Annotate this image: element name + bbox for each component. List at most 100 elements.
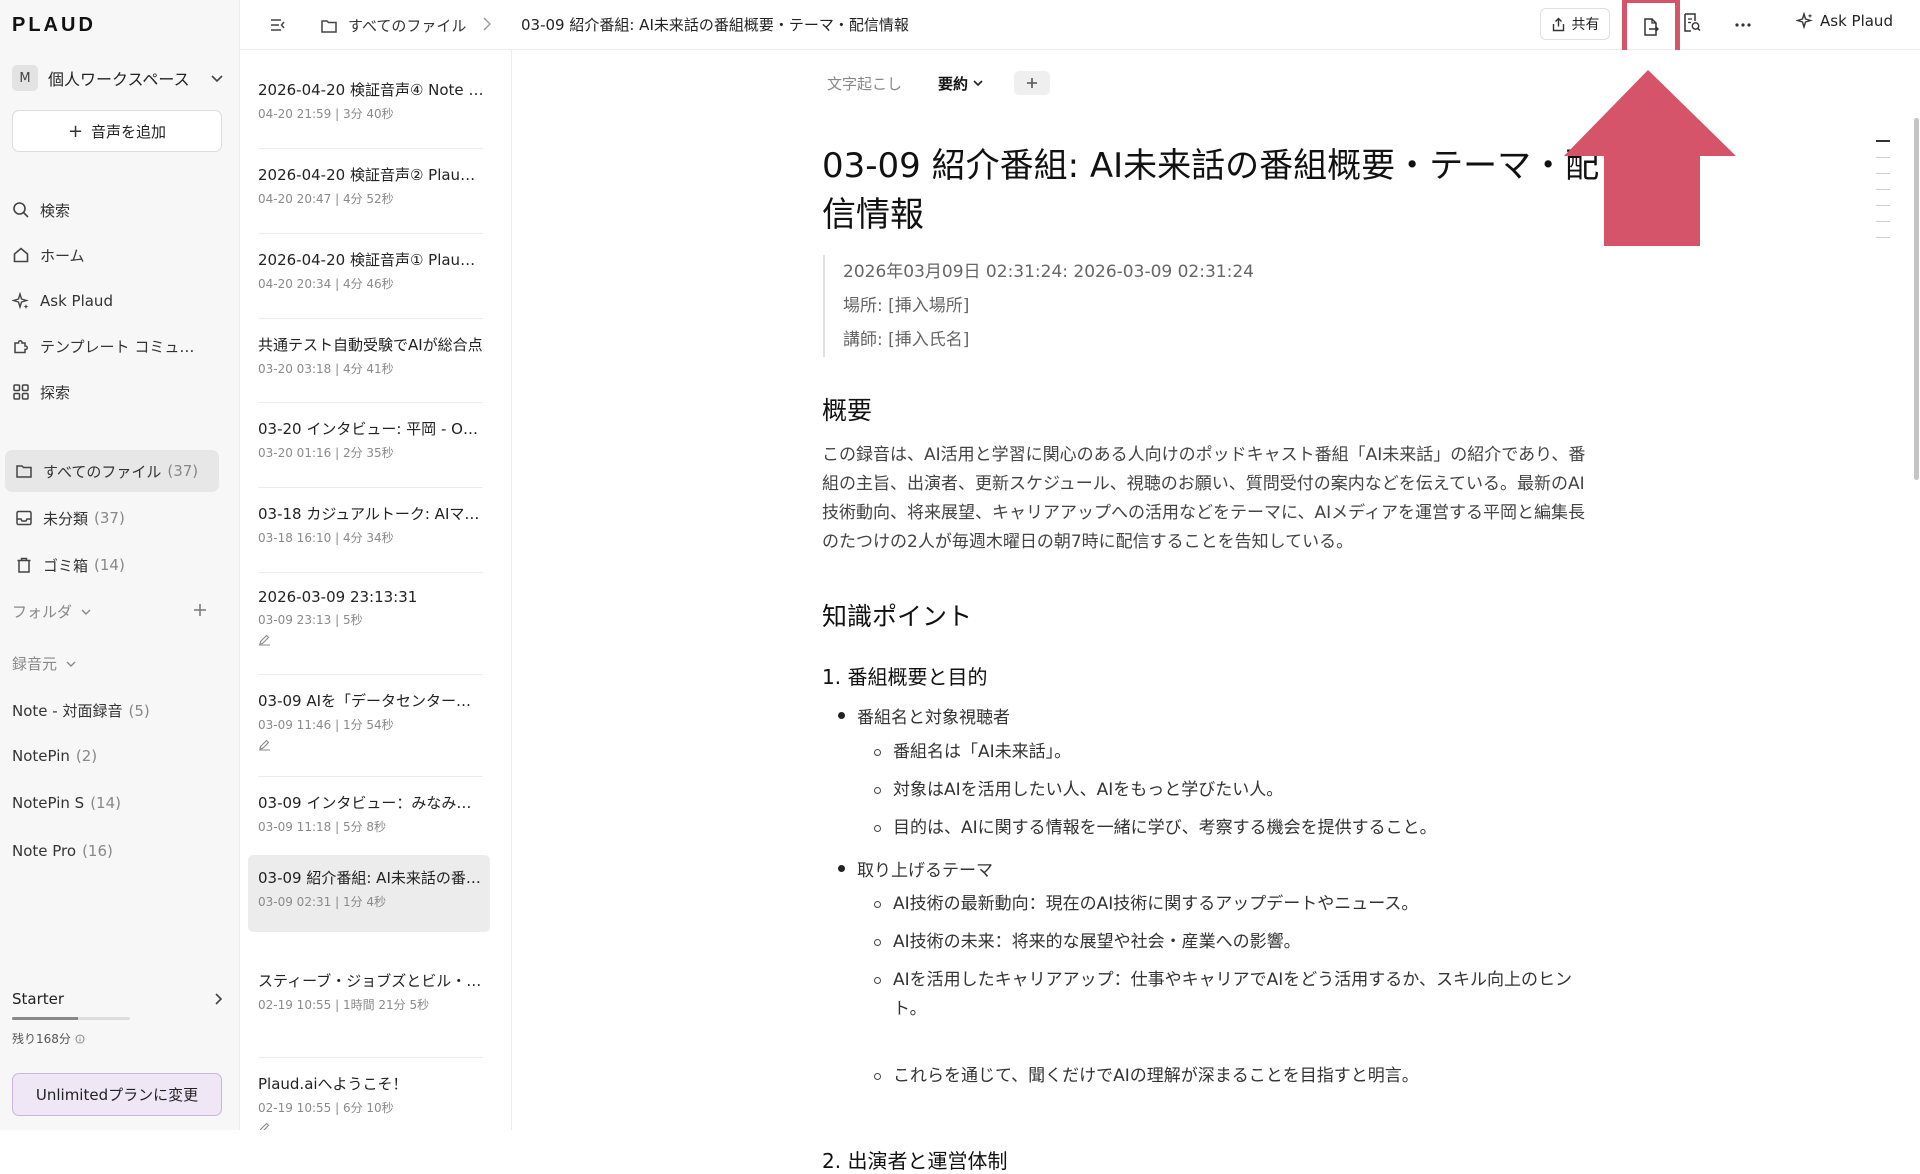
breadcrumb-current: 03-09 紹介番組: AI未来話の番組概要・テーマ・配信情報 [521,16,909,34]
plus-icon: + [67,120,84,142]
sub-bullet-item: 対象はAIを活用したい人、AIをもっと学びたい人。 [874,776,1594,805]
file-list-item[interactable]: 2026-03-09 23:13:31 03-09 23:13 | 5秒 [248,576,490,652]
file-list-divider [258,233,483,234]
nav-ask-plaud[interactable]: Ask Plaud [12,285,222,317]
file-list-item[interactable]: 03-18 カジュアルトーク: AIマネジメント 03-18 16:10 | 4分… [248,491,490,553]
add-tab-button[interactable] [1014,71,1051,95]
plaud-logo: PLAUD [12,14,96,36]
plan-remaining: 残り168分 [12,1030,85,1047]
nav-home-label: ホーム [40,246,85,265]
all-files-label: すべてのファイル [43,462,162,481]
sidebar-toggle-button[interactable] [268,15,288,35]
sidebar-item-uncategorized[interactable]: 未分類 (37) [5,497,219,539]
folders-section-toggle[interactable]: フォルダ [12,601,92,622]
breadcrumb-root[interactable]: すべてのファイル [320,15,466,36]
more-horizontal-icon [1735,23,1751,27]
add-folder-button[interactable] [190,600,210,620]
file-meta: 03-09 11:18 | 5分 8秒 [258,820,387,834]
source-item-notepin[interactable]: NotePin (2) [12,747,97,765]
nav-home[interactable]: ホーム [12,239,222,271]
sub-bullet-circle [874,901,881,908]
bullet-item: 取り上げるテーマ [838,856,993,881]
file-list-divider [258,487,483,488]
ask-plaud-button[interactable]: Ask Plaud [1796,12,1893,30]
edited-pencil-icon [258,1121,490,1130]
file-list-item[interactable]: 03-09 インタビュー：みなみさん 03-09 11:18 | 5分 8秒 [248,780,490,842]
nav-explore-label: 探索 [40,383,71,402]
file-list-item[interactable]: 2026-04-20 検証音声④ Note Pro 04-20 21:59 | 3… [248,67,490,129]
source-label: Note - 対面録音 [12,702,123,720]
file-meta: 02-19 10:55 | 6分 10秒 [258,1101,394,1115]
chevron-down-icon [80,606,92,618]
file-list-item[interactable]: 2026-04-20 検証音声① Plaud Note 04-20 20:34 |… [248,237,490,299]
outline-mark[interactable] [1876,221,1890,222]
plan-row[interactable]: Starter [12,988,224,1010]
file-title: 2026-04-20 検証音声② Plaud NotePin [258,166,484,184]
share-button[interactable]: 共有 [1540,8,1610,40]
more-options-button[interactable] [1730,12,1756,38]
source-item-note[interactable]: Note - 対面録音 (5) [12,700,150,721]
nav-template-label: テンプレート コミュ… [40,337,195,356]
outline-mark[interactable] [1876,140,1890,142]
outline-mark[interactable] [1876,173,1890,174]
sources-label: 録音元 [12,655,58,673]
tab-summary[interactable]: 要約 [938,73,984,94]
source-item-note-pro[interactable]: Note Pro (16) [12,842,113,860]
sub-bullet-text: AIを活用したキャリアアップ：仕事やキャリアでAIをどう活用するか、スキル向上の… [893,970,1572,1019]
file-list-item[interactable]: 03-20 インタビュー: 平岡 - Ozaki 03-20 01:16 | 2分… [248,406,490,468]
chevron-right-icon [482,16,492,32]
nav-template-community[interactable]: テンプレート コミュ… [12,330,222,362]
add-audio-button[interactable]: + 音声を追加 [12,110,222,152]
file-list-divider [258,674,483,675]
source-label: NotePin S [12,794,85,812]
file-list-divider [258,776,483,777]
nav-search[interactable]: 検索 [12,194,222,226]
sparkle-icon [12,292,40,310]
document-outline[interactable] [1876,140,1890,253]
file-list-item[interactable]: スティーブ・ジョブズとビル・ゲイツ 02-19 10:55 | 1時間 21分 5… [248,958,490,1020]
overview-heading: 概要 [822,396,873,425]
outline-mark[interactable] [1876,157,1890,158]
chevron-down-icon [968,77,984,89]
workspace-switcher[interactable]: M 個人ワークスペース [12,62,224,94]
source-count: (16) [82,842,113,860]
scrollbar-thumb[interactable] [1914,118,1919,480]
outline-mark[interactable] [1876,237,1890,238]
notes-search-button[interactable] [1682,12,1702,34]
tab-transcript[interactable]: 文字起こし [827,73,902,94]
file-list-item[interactable]: Plaud.aiへようこそ！ 02-19 10:55 | 6分 10秒 [248,1061,490,1130]
upgrade-plan-button[interactable]: Unlimitedプランに変更 [12,1073,222,1116]
meta-lecturer: 講師: [挿入氏名] [843,330,970,350]
sub-bullet-text: 対象はAIを活用したい人、AIをもっと学びたい人。 [893,780,1284,800]
source-label: NotePin [12,747,70,765]
remaining-text: 残り168分 [12,1032,71,1046]
export-button[interactable] [1622,0,1680,56]
edited-pencil-icon [258,633,490,646]
plus-icon [1025,76,1039,90]
nav-explore[interactable]: 探索 [12,376,222,408]
sidebar-item-trash[interactable]: ゴミ箱 (14) [5,544,219,586]
meta-location: 場所: [挿入場所] [843,296,970,316]
file-list: 2026-04-20 検証音声④ Note Pro 04-20 21:59 | 3… [240,50,512,1130]
plus-icon [193,603,207,617]
sub-bullet-circle [874,1073,881,1080]
sidebar: PLAUD M 個人ワークスペース + 音声を追加 検索 ホーム Ask Pla… [0,0,240,1130]
file-title: 共通テスト自動受験でAIが総合点 [258,336,483,354]
outline-mark[interactable] [1876,205,1890,206]
source-item-notepin-s[interactable]: NotePin S (14) [12,794,121,812]
sidebar-item-all-files[interactable]: すべてのファイル (37) [5,450,219,492]
file-list-item[interactable]: 03-09 紹介番組: AI未来話の番組概要 03-09 02:31 | 1分 4… [248,855,490,932]
file-list-item[interactable]: 03-09 AIを「データセンター」と 03-09 11:46 | 1分 54秒 [248,678,490,754]
all-files-count: (37) [167,462,199,480]
outline-mark[interactable] [1876,189,1890,190]
sources-section-toggle[interactable]: 録音元 [12,653,77,674]
bullet-dot [838,712,845,719]
info-icon [75,1034,85,1044]
sub-bullet-item: これらを通じて、聞くだけでAIの理解が深まることを目指すと明言。 [874,1062,1594,1091]
file-list-item[interactable]: 2026-04-20 検証音声② Plaud NotePin 04-20 20:4… [248,152,490,214]
chevron-right-icon [212,992,224,1006]
share-label: 共有 [1571,17,1600,33]
file-meta: 03-18 16:10 | 4分 34秒 [258,531,394,545]
sub-bullet-circle [874,977,881,984]
file-list-item[interactable]: 共通テスト自動受験でAIが総合点 03-20 03:18 | 4分 41秒 [248,322,490,384]
